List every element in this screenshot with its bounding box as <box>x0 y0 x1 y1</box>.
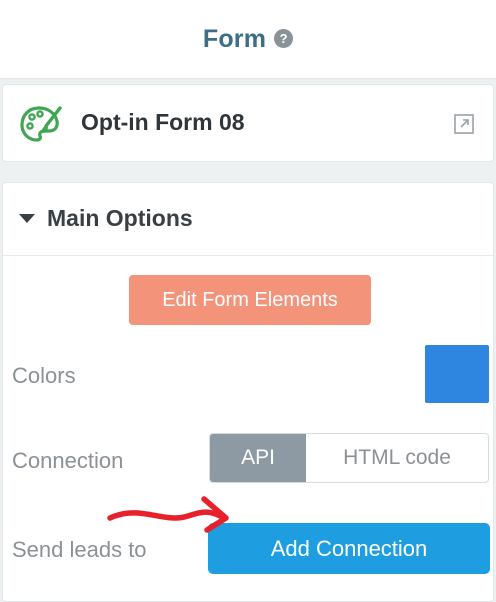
page-title: Form <box>202 24 267 53</box>
add-connection-button[interactable]: Add Connection <box>208 523 490 574</box>
edit-form-elements-button[interactable]: Edit Form Elements <box>129 275 371 325</box>
main-options-header[interactable]: Main Options <box>3 183 493 256</box>
caret-down-icon <box>19 214 35 223</box>
send-leads-label: Send leads to <box>12 537 147 562</box>
main-options-panel: Main Options Edit Form Elements Colors C… <box>2 182 494 602</box>
form-name: Opt-in Form 08 <box>81 109 245 135</box>
question-circle-icon[interactable]: ? <box>274 28 294 48</box>
main-options-title: Main Options <box>47 205 193 231</box>
external-link-icon[interactable] <box>453 113 475 135</box>
connection-option-html-code[interactable]: HTML code <box>306 434 488 482</box>
color-swatch[interactable] <box>425 345 489 403</box>
connection-toggle: API HTML code <box>209 433 489 483</box>
panel-header: Form ? <box>0 0 496 79</box>
form-card[interactable]: Opt-in Form 08 <box>2 84 494 162</box>
colors-label: Colors <box>12 363 76 388</box>
arrow-annotation-icon <box>107 496 229 533</box>
palette-icon <box>20 106 62 142</box>
